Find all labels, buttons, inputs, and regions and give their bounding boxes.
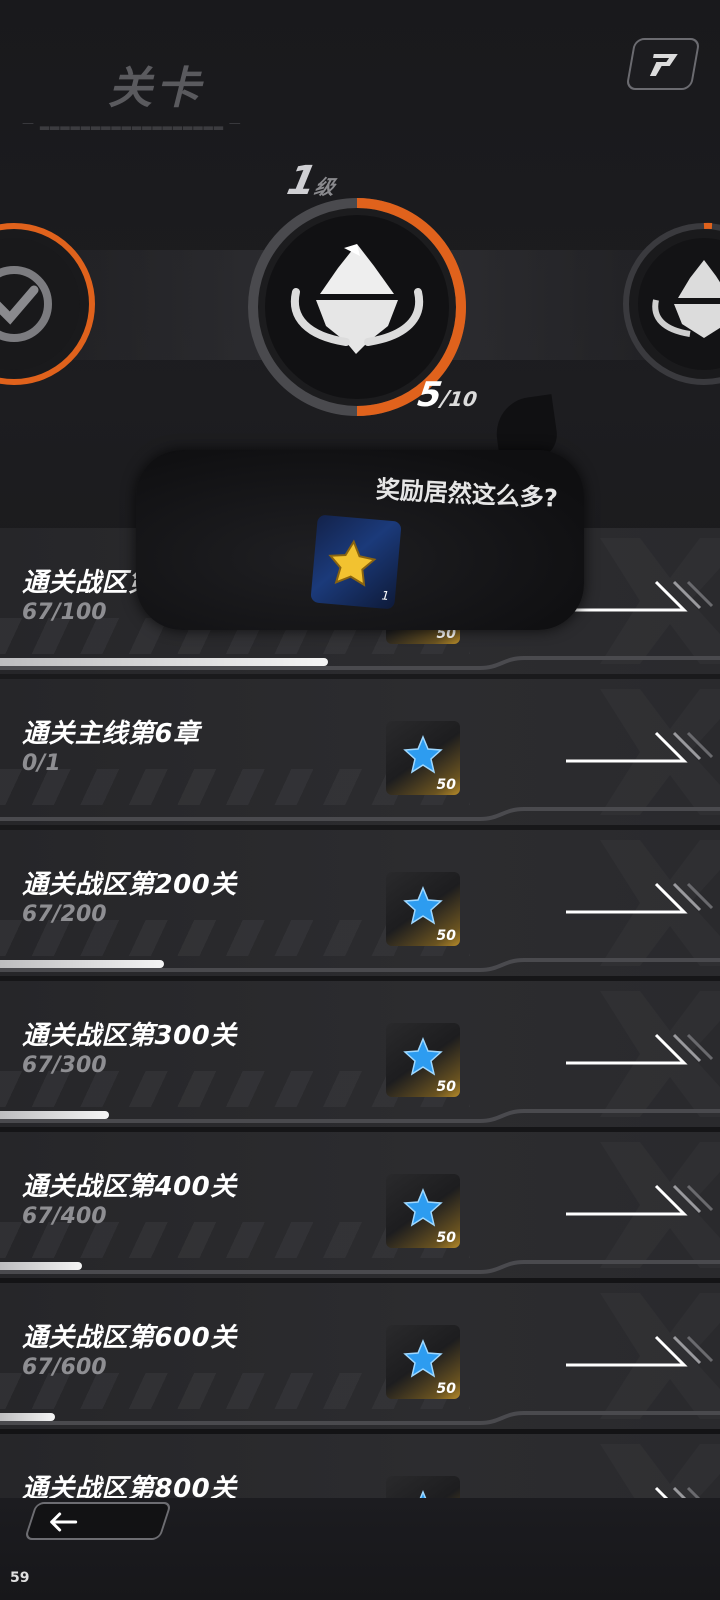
task-row[interactable]: 通关战区第400关 67/400 50 [0, 1132, 720, 1282]
task-reward: 50 [386, 872, 460, 946]
shield-swap-icon [649, 54, 678, 76]
task-progress: 67/200 [22, 902, 107, 927]
task-progress-bar [0, 1413, 490, 1421]
task-reward-qty: 50 [436, 928, 456, 944]
reward-preview-bubble: 奖励居然这么多? 1 [136, 450, 584, 630]
task-reward-qty: 50 [436, 1381, 456, 1397]
task-row[interactable]: 通关战区第300关 67/300 50 [0, 981, 720, 1131]
task-progress-bar [0, 809, 490, 817]
task-progress: 67/100 [22, 600, 107, 625]
task-title: 通关战区第400关 [22, 1172, 237, 1202]
task-progress: 67/300 [22, 1053, 107, 1078]
task-row[interactable]: 通关主线第6章 0/1 50 [0, 679, 720, 829]
go-arrow-icon[interactable] [566, 878, 716, 918]
task-reward-qty: 50 [436, 1079, 456, 1095]
task-row[interactable]: 通关战区第200关 67/200 50 [0, 830, 720, 980]
blue-star-icon [403, 1188, 443, 1227]
task-reward-qty: 50 [436, 777, 456, 793]
go-arrow-icon[interactable] [566, 1180, 716, 1220]
back-button[interactable] [23, 1502, 173, 1540]
task-progress-bar [0, 960, 490, 968]
go-arrow-icon[interactable] [566, 1331, 716, 1371]
task-progress-bar [0, 1111, 490, 1119]
task-reward: 50 [386, 1174, 460, 1248]
bubble-text: 奖励居然这么多? [375, 475, 559, 513]
task-progress-bar [0, 1262, 490, 1270]
task-reward: 50 [386, 1325, 460, 1399]
task-title: 通关战区第300关 [22, 1021, 237, 1051]
task-progress-fill [0, 960, 164, 968]
task-row[interactable]: 通关战区第600关 67/600 50 [0, 1283, 720, 1433]
task-progress-fill [0, 658, 328, 666]
back-arrow-icon [50, 1512, 78, 1532]
task-title: 通关战区第200关 [22, 870, 237, 900]
progress-total: 10 [447, 387, 479, 411]
go-arrow-icon[interactable] [566, 576, 716, 616]
task-title: 通关主线第6章 [22, 719, 200, 749]
blue-star-icon [403, 1037, 443, 1076]
bubble-reward-item: 1 [310, 514, 402, 610]
bottom-bar: 59 [0, 1498, 720, 1600]
task-title: 通关战区第600关 [22, 1323, 237, 1353]
task-reward: 50 [386, 721, 460, 795]
task-reward-qty: 50 [436, 1230, 456, 1246]
corner-button[interactable] [625, 38, 701, 90]
page-title-decoration: — ▂▂▂▂▂▂▂▂▂▂▂▂▂▂▂▂▂▂ — [22, 116, 242, 130]
task-progress-bar [0, 658, 490, 666]
blue-star-icon [403, 735, 443, 774]
task-progress: 0/1 [22, 751, 61, 776]
blue-star-icon [403, 886, 443, 925]
task-progress: 67/400 [22, 1204, 107, 1229]
fps-counter: 59 [10, 1570, 30, 1586]
task-progress-fill [0, 1111, 109, 1119]
app-root: 关卡 — ▂▂▂▂▂▂▂▂▂▂▂▂▂▂▂▂▂▂ — 1级 5/10 通关战区第1… [0, 0, 720, 1600]
level-node-previous[interactable] [0, 220, 98, 388]
page-title: 关卡 [108, 63, 204, 114]
level-node-next[interactable] [620, 220, 720, 388]
task-progress-fill [0, 1413, 55, 1421]
bubble-reward-qty: 1 [380, 588, 390, 603]
task-progress-fill [0, 1262, 82, 1270]
level-progress-count: 5/10 [415, 375, 480, 415]
blue-star-icon [403, 1339, 443, 1378]
task-reward: 50 [386, 1023, 460, 1097]
task-progress: 67/600 [22, 1355, 107, 1380]
go-arrow-icon[interactable] [566, 727, 716, 767]
go-arrow-icon[interactable] [566, 1029, 716, 1069]
